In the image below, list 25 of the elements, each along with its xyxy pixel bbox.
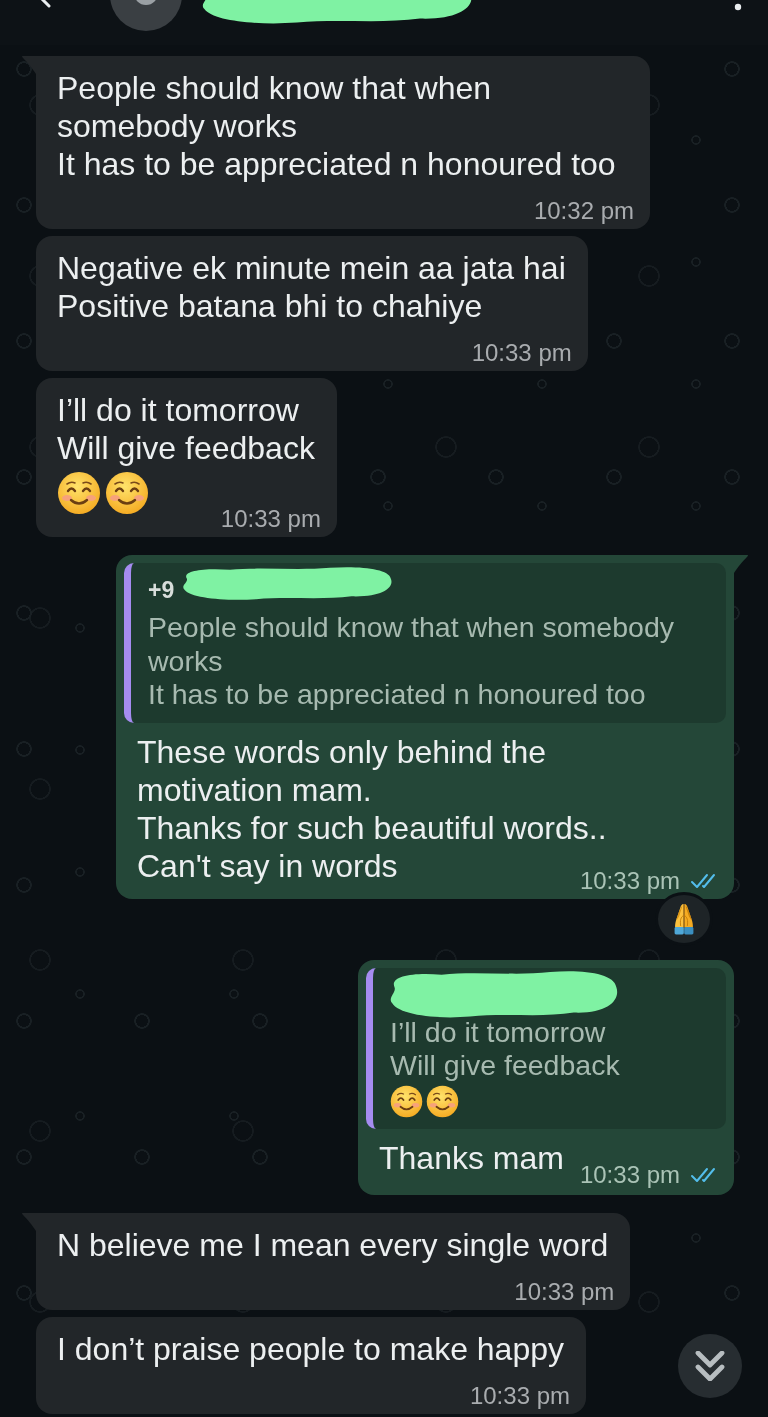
- double-chevron-down-icon: [695, 1351, 725, 1381]
- message-time: 10:33 pm: [220, 507, 321, 531]
- message-text: Negative ek minute mein aa jata hai Positive batana bhi to chahiye: [57, 249, 566, 325]
- message-text: I don’t praise people to make happy: [57, 1329, 564, 1368]
- message-text: Thanks mam: [379, 1138, 564, 1177]
- message-time: 10:33 pm: [469, 1383, 570, 1408]
- message-time: 10:33 pm: [579, 1162, 680, 1187]
- message-time: 10:32 pm: [533, 199, 634, 223]
- message-time: 10:33 pm: [514, 1279, 615, 1304]
- quoted-text: People should know that when somebody works It has to be appreciated n honoured too: [148, 611, 675, 712]
- quoted-text: I’ll do it tomorrow Will give feedback: [390, 1015, 621, 1083]
- smiling-face-icon: [105, 471, 149, 515]
- message-text: I’ll do it tomorrow Will give feedback: [57, 391, 315, 467]
- quoted-message[interactable]: I’ll do it tomorrow Will give feedback: [366, 967, 726, 1129]
- smiling-face-icon: [57, 471, 101, 515]
- quote-author: +9: [148, 577, 175, 603]
- message-text: N believe me I mean every single word: [57, 1225, 609, 1264]
- quoted-message[interactable]: +9 People should know that when somebody works It has to be appreciated n honoured too: [124, 563, 726, 723]
- message-time: 10:33 pm: [579, 868, 680, 893]
- message-time: 10:33 pm: [471, 341, 572, 365]
- smiling-face-icon: [426, 1084, 459, 1118]
- smiling-face-icon: [390, 1084, 423, 1118]
- message-text: Can't say in words: [137, 846, 398, 885]
- message-text: These words only behind the motivation mam. Thanks for such beautiful words..: [137, 732, 608, 847]
- message-text: People should know that when somebody works It has to be appreciated n honoured too: [57, 69, 617, 183]
